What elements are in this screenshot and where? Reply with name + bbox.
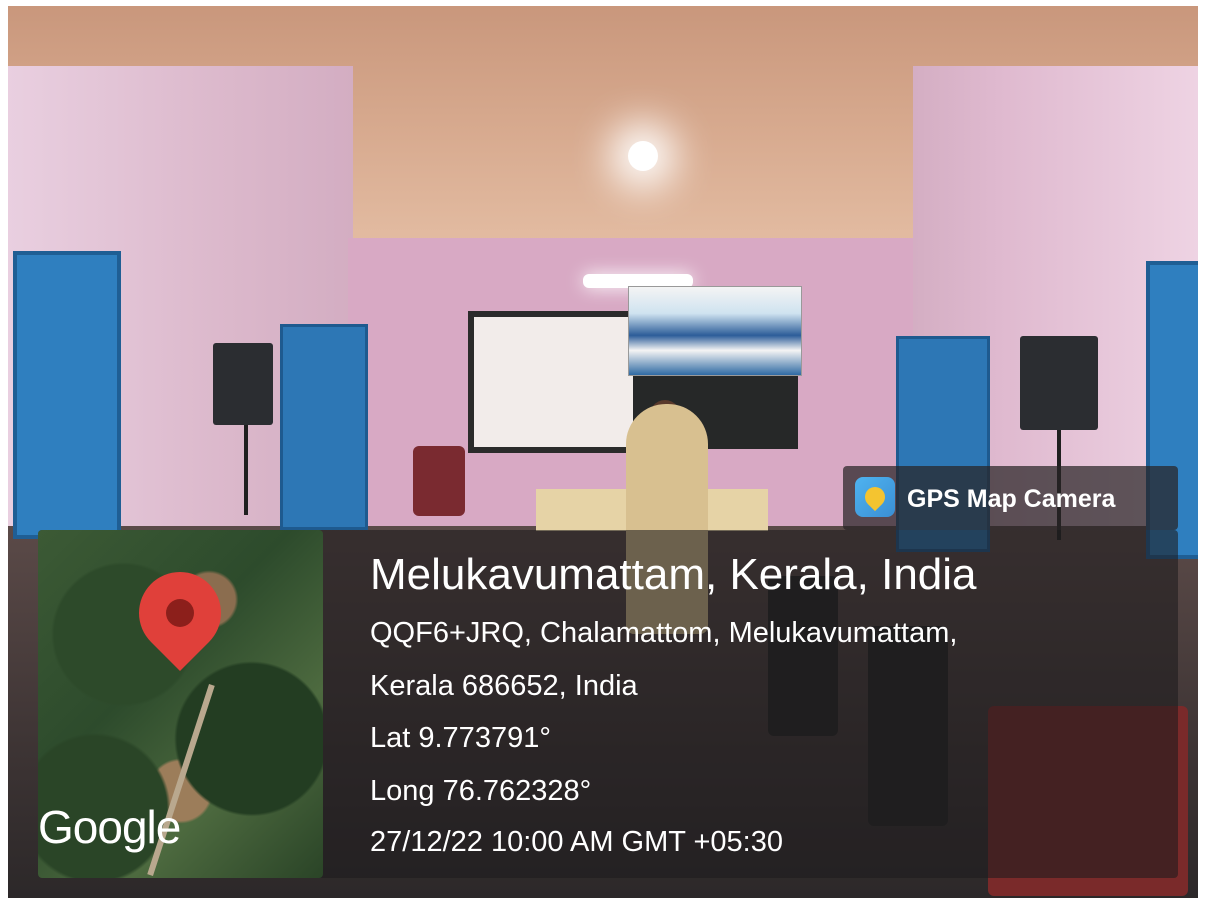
map-thumbnail: Google	[38, 530, 323, 878]
location-title: Melukavumattam, Kerala, India	[370, 550, 977, 599]
ceiling-lamp	[628, 141, 658, 171]
google-logo: Google	[38, 801, 181, 853]
longitude: Long 76.762328°	[370, 775, 592, 807]
left-door	[280, 324, 368, 530]
app-name: GPS Map Camera	[907, 485, 1116, 513]
right-speaker	[1020, 336, 1098, 430]
timestamp: 27/12/22 10:00 AM GMT +05:30	[370, 826, 783, 858]
latitude: Lat 9.773791°	[370, 722, 551, 754]
event-banner	[628, 286, 802, 376]
pin-icon	[860, 482, 890, 512]
address-line-2: Kerala 686652, India	[370, 670, 638, 702]
left-window	[13, 251, 121, 539]
chair	[413, 446, 465, 516]
left-speaker	[213, 343, 273, 425]
projector-screen	[468, 311, 645, 453]
address-line-1: QQF6+JRQ, Chalamattom, Melukavumattam,	[370, 617, 958, 649]
location-pin-dot	[166, 599, 194, 627]
gps-camera-app-icon	[855, 477, 895, 517]
left-speaker-stand	[244, 425, 248, 515]
